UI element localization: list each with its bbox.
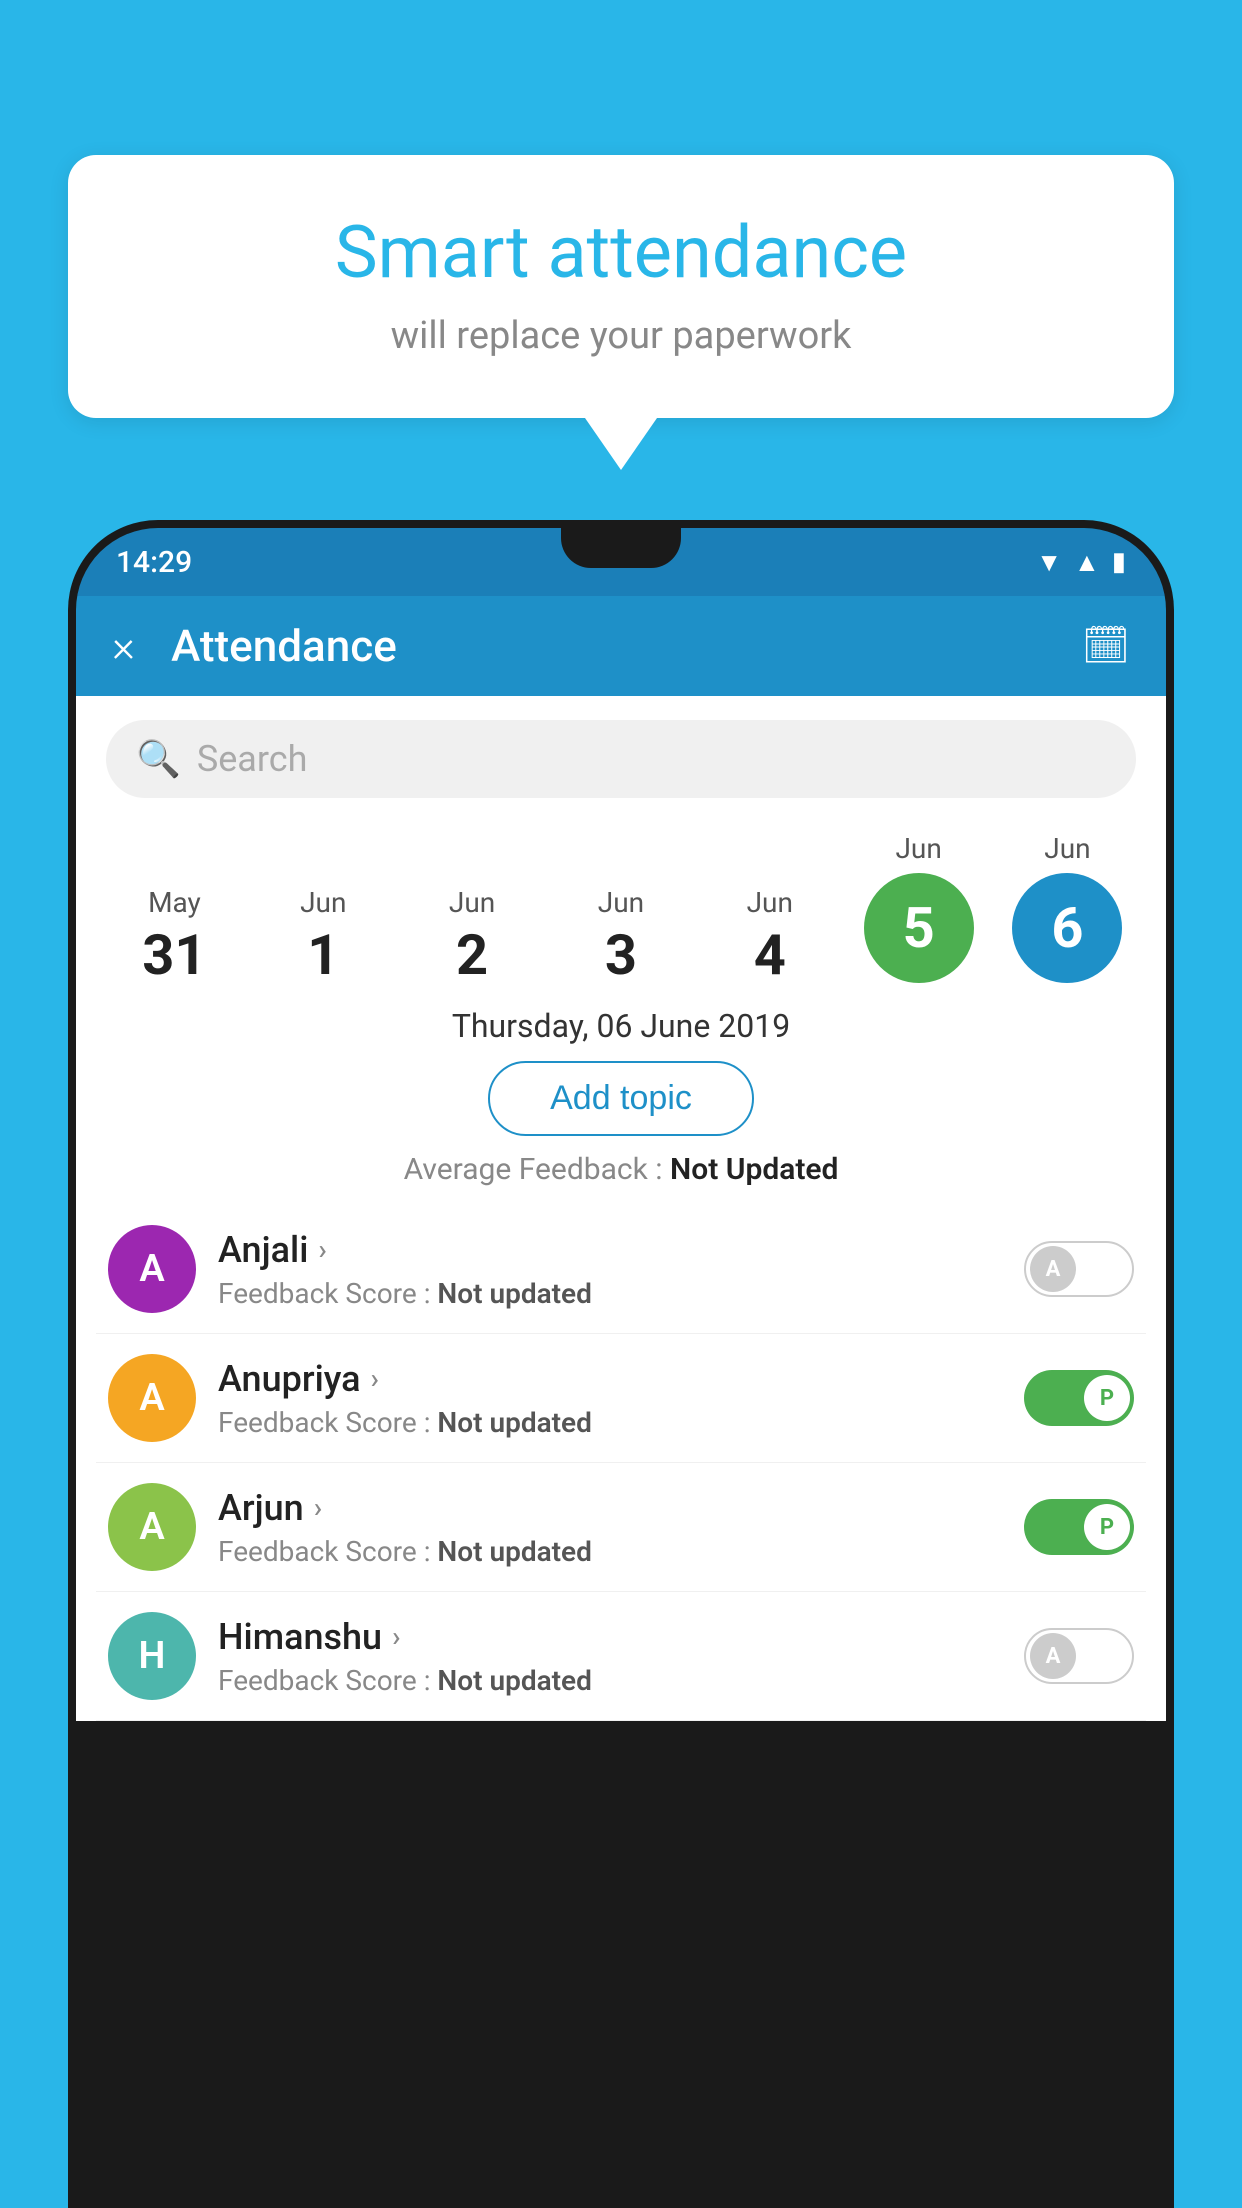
add-topic-button[interactable]: Add topic (488, 1061, 754, 1136)
status-icons: ▼ ▲ ▮ (1036, 547, 1126, 578)
selected-date-label: Thursday, 06 June 2019 (76, 1007, 1166, 1045)
date-item-jun6[interactable]: Jun 6 (1007, 832, 1127, 983)
attendance-toggle-present[interactable]: P (1024, 1370, 1134, 1426)
date-item-jun1[interactable]: Jun 1 (263, 886, 383, 983)
avatar: A (108, 1354, 196, 1442)
phone-inner: 14:29 ▼ ▲ ▮ × Attendance 🗓 🔍 Search Ma (76, 528, 1166, 2208)
toggle-knob: A (1030, 1633, 1076, 1679)
toggle-knob: A (1030, 1246, 1076, 1292)
phone-notch (561, 528, 681, 568)
speech-bubble-subtitle: will replace your paperwork (128, 314, 1114, 358)
date-item-jun5[interactable]: Jun 5 (859, 832, 979, 983)
table-row[interactable]: H Himanshu › Feedback Score : Not update… (96, 1592, 1146, 1721)
calendar-icon[interactable]: 🗓 (1082, 624, 1130, 668)
avg-feedback: Average Feedback : Not Updated (76, 1152, 1166, 1187)
date-item-jun3[interactable]: Jun 3 (561, 886, 681, 983)
feedback-score: Feedback Score : Not updated (218, 1406, 1024, 1439)
student-info: Anjali › Feedback Score : Not updated (218, 1229, 1024, 1310)
status-bar: 14:29 ▼ ▲ ▮ (76, 528, 1166, 596)
table-row[interactable]: A Arjun › Feedback Score : Not updated P (96, 1463, 1146, 1592)
toggle-knob: P (1084, 1375, 1130, 1421)
chevron-right-icon: › (318, 1233, 326, 1266)
student-name: Anupriya › (218, 1358, 1024, 1400)
battery-icon: ▮ (1112, 547, 1126, 577)
speech-bubble-title: Smart attendance (128, 210, 1114, 296)
date-item-jun2[interactable]: Jun 2 (412, 886, 532, 983)
avg-feedback-label: Average Feedback : (404, 1152, 663, 1187)
student-info: Himanshu › Feedback Score : Not updated (218, 1616, 1024, 1697)
close-button[interactable]: × (112, 620, 135, 672)
chevron-right-icon: › (371, 1362, 379, 1395)
app-toolbar: × Attendance 🗓 (76, 596, 1166, 696)
date-strip: May 31 Jun 1 Jun 2 Jun 3 Jun 4 (76, 816, 1166, 983)
phone-frame: 14:29 ▼ ▲ ▮ × Attendance 🗓 🔍 Search Ma (68, 520, 1174, 2208)
feedback-score: Feedback Score : Not updated (218, 1664, 1024, 1697)
student-name: Himanshu › (218, 1616, 1024, 1658)
student-name: Anjali › (218, 1229, 1024, 1271)
avg-feedback-value: Not Updated (670, 1152, 838, 1187)
student-name: Arjun › (218, 1487, 1024, 1529)
search-bar[interactable]: 🔍 Search (106, 720, 1136, 798)
screen-content: 🔍 Search May 31 Jun 1 Jun 2 Jun (76, 696, 1166, 1721)
date-item-may31[interactable]: May 31 (114, 886, 234, 983)
signal-icon: ▲ (1074, 547, 1100, 578)
search-input[interactable]: Search (197, 738, 308, 780)
status-time: 14:29 (116, 545, 192, 580)
attendance-toggle-present[interactable]: P (1024, 1499, 1134, 1555)
avatar: A (108, 1225, 196, 1313)
attendance-toggle-absent[interactable]: A (1024, 1628, 1134, 1684)
student-info: Arjun › Feedback Score : Not updated (218, 1487, 1024, 1568)
toggle-knob: P (1084, 1504, 1130, 1550)
search-icon: 🔍 (136, 738, 181, 780)
speech-bubble-tail (585, 418, 657, 470)
date-item-jun4[interactable]: Jun 4 (710, 886, 830, 983)
table-row[interactable]: A Anupriya › Feedback Score : Not update… (96, 1334, 1146, 1463)
date-selected-green: 5 (864, 873, 974, 983)
attendance-toggle-absent[interactable]: A (1024, 1241, 1134, 1297)
speech-bubble: Smart attendance will replace your paper… (68, 155, 1174, 418)
avatar: H (108, 1612, 196, 1700)
date-selected-blue: 6 (1012, 873, 1122, 983)
chevron-right-icon: › (392, 1620, 400, 1653)
feedback-score: Feedback Score : Not updated (218, 1277, 1024, 1310)
table-row[interactable]: A Anjali › Feedback Score : Not updated … (96, 1205, 1146, 1334)
toolbar-title: Attendance (171, 620, 1082, 672)
avatar: A (108, 1483, 196, 1571)
speech-bubble-container: Smart attendance will replace your paper… (68, 155, 1174, 470)
feedback-score: Feedback Score : Not updated (218, 1535, 1024, 1568)
wifi-icon: ▼ (1036, 547, 1062, 578)
student-list: A Anjali › Feedback Score : Not updated … (76, 1205, 1166, 1721)
chevron-right-icon: › (314, 1491, 322, 1524)
student-info: Anupriya › Feedback Score : Not updated (218, 1358, 1024, 1439)
